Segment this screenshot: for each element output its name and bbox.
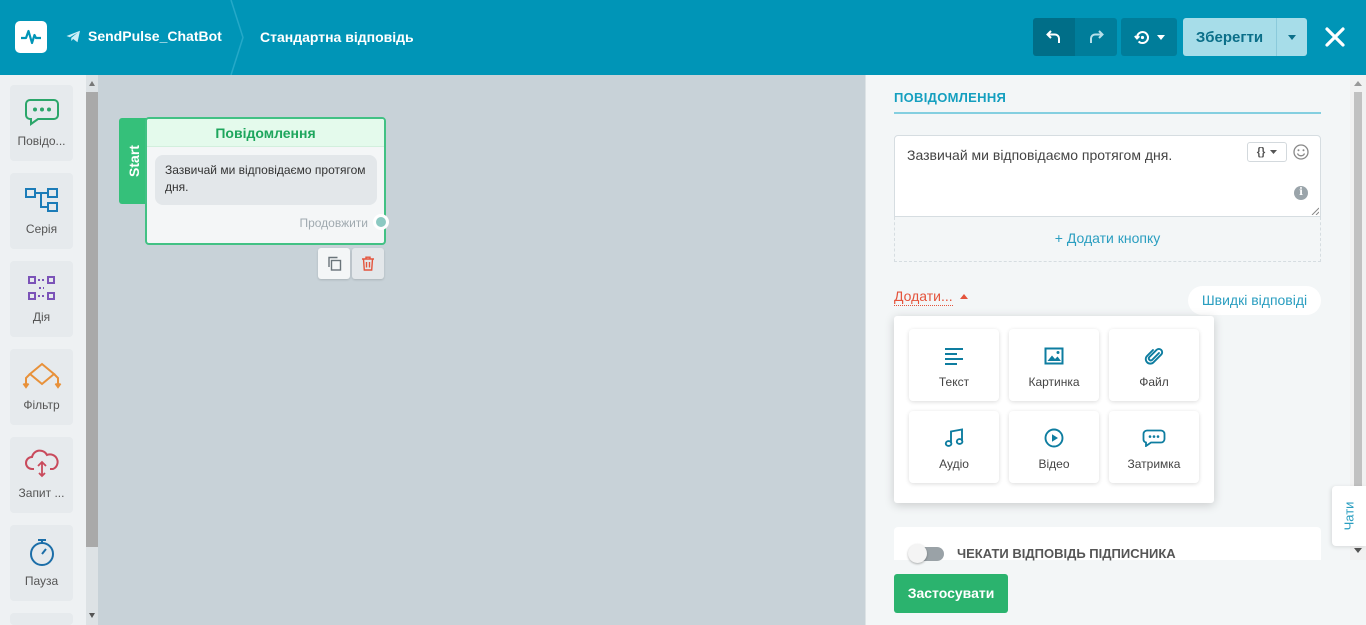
breadcrumb-separator [230,0,244,75]
close-icon [1325,27,1345,47]
info-icon[interactable]: i [1294,186,1308,200]
redo-icon [1090,30,1104,43]
option-label: Текст [938,375,970,389]
image-icon [1044,347,1064,365]
save-group: Зберегти [1183,18,1307,56]
telegram-icon [66,30,80,42]
panel-scrollbar-thumb[interactable] [1354,92,1362,544]
scroll-down-icon [89,613,95,618]
scroll-up-icon [1354,81,1362,86]
chevron-down-icon [1270,150,1278,154]
add-button-link[interactable]: + Додати кнопку [894,217,1321,262]
palette-item-label: Пауза [24,574,59,588]
history-menu-group [1121,18,1177,56]
option-label: Файл [1139,375,1169,389]
wait-reply-toggle[interactable] [908,544,944,563]
history-button[interactable] [1121,18,1177,56]
text-lines-icon [945,348,963,365]
music-note-icon [944,428,964,447]
save-button[interactable]: Зберегти [1183,18,1276,56]
paperclip-icon [1144,348,1164,365]
palette-item-request[interactable]: Запит ... [10,437,73,513]
palette-item-more[interactable] [10,613,73,625]
add-delay-option[interactable]: Затримка [1109,411,1199,483]
pulse-icon [21,29,41,45]
section-divider [894,112,1321,114]
resize-handle-icon[interactable] [1311,207,1319,215]
cloud-request-icon [24,449,59,478]
save-options-button[interactable] [1276,18,1307,56]
redo-button[interactable] [1075,18,1117,56]
palette-item-filter[interactable]: Фільтр [10,349,73,425]
close-button[interactable] [1322,24,1348,50]
message-textarea-value: Зазвичай ми відповідаємо протягом дня. [907,147,1173,163]
app-logo[interactable] [15,21,47,53]
variable-braces-icon: {} [1256,146,1266,158]
message-node-text: Зазвичай ми відповідаємо протягом дня. [155,155,377,205]
add-content-menu[interactable]: Додати... [894,288,953,306]
add-audio-option[interactable]: Аудіо [909,411,999,483]
scroll-up-icon [89,81,95,86]
trash-icon [362,256,374,271]
palette-item-message[interactable]: Повідо... [10,85,73,161]
chevron-down-icon [1156,34,1165,40]
add-video-option[interactable]: Відео [1009,411,1099,483]
palette-item-label: Дія [32,310,51,324]
chats-tab-label: Чати [1341,501,1357,531]
chats-tab[interactable]: Чати [1332,486,1366,546]
add-image-option[interactable]: Картинка [1009,329,1099,401]
palette-item-chain[interactable]: Серія [10,173,73,249]
palette-item-label: Запит ... [18,486,65,500]
caret-up-icon [960,294,968,299]
palette-item-label: Повідо... [17,134,66,148]
option-label: Картинка [1028,375,1080,389]
message-node-title: Повідомлення [147,119,384,147]
message-textarea[interactable]: Зазвичай ми відповідаємо протягом дня. {… [894,135,1321,217]
duplicate-node-button[interactable] [318,248,350,279]
palette-item-label: Серія [25,222,58,236]
chevron-down-icon [1288,34,1296,40]
delete-node-button[interactable] [352,248,384,279]
apply-button[interactable]: Застосувати [894,574,1008,613]
bot-name-link[interactable]: SendPulse_ChatBot [66,28,222,44]
add-text-option[interactable]: Текст [909,329,999,401]
history-group [1033,18,1117,56]
message-node-continue: Продовжити [299,216,368,230]
toggle-knob [908,544,927,563]
option-label: Затримка [1127,457,1181,471]
quick-replies-button[interactable]: Швидкі відповіді [1188,286,1321,315]
undo-icon [1046,30,1060,43]
chain-icon [24,188,58,212]
filter-icon [22,362,61,389]
message-bubble-icon [24,99,59,126]
add-file-option[interactable]: Файл [1109,329,1199,401]
emoji-icon[interactable] [1293,144,1309,160]
bot-name-text: SendPulse_ChatBot [88,28,222,44]
start-label: Start [126,145,142,177]
scroll-down-icon [1354,548,1362,553]
wait-reply-section: ЧЕКАТИ ВІДПОВІДЬ ПІДПИСНИКА [894,527,1321,563]
palette-item-label: Фільтр [23,398,60,412]
action-icon [27,276,55,300]
option-label: Відео [1038,457,1070,471]
copy-icon [327,256,341,271]
palette-scrollbar[interactable] [86,75,98,625]
top-bar: SendPulse_ChatBot Стандартна відповідь З… [0,0,1366,75]
undo-button[interactable] [1033,18,1075,56]
node-output-port[interactable] [373,214,389,230]
section-title: ПОВІДОМЛЕННЯ [894,90,1007,105]
message-node[interactable]: Повідомлення Зазвичай ми відповідаємо пр… [145,117,386,245]
typing-bubble-icon [1142,429,1166,447]
history-icon [1133,30,1149,44]
play-circle-icon [1044,428,1064,448]
palette-scrollbar-thumb[interactable] [86,92,98,547]
palette-item-pause[interactable]: Пауза [10,525,73,601]
flow-title: Стандартна відповідь [260,29,414,45]
insert-variable-button[interactable]: {} [1247,142,1287,162]
wait-reply-label: ЧЕКАТИ ВІДПОВІДЬ ПІДПИСНИКА [957,546,1176,561]
option-label: Аудіо [939,457,969,471]
palette-item-action[interactable]: Дія [10,261,73,337]
stopwatch-icon [29,539,54,566]
add-content-dropdown: Текст Картинка Файл Аудіо Відео Затримка [894,316,1214,503]
